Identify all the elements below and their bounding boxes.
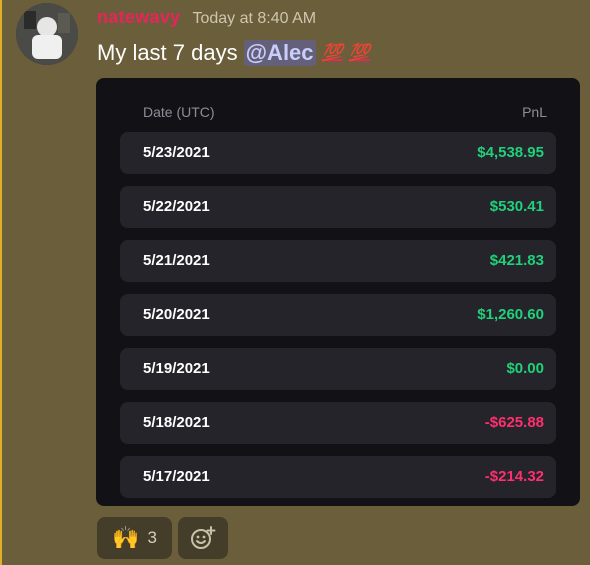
row-date: 5/18/2021 [143,414,210,431]
username[interactable]: natewavy [97,7,180,28]
message-text: My last 7 days @Alec 💯 💯 [97,40,370,66]
smiley-add-icon [191,526,216,549]
row-pnl: -$625.88 [484,414,544,431]
user-avatar[interactable] [16,3,78,65]
hundred-points-emoji: 💯 [321,43,343,62]
table-row: 5/19/2021 $0.00 [120,348,556,390]
hundred-points-emoji: 💯 [348,43,370,62]
row-date: 5/20/2021 [143,306,210,323]
row-pnl: $421.83 [489,252,544,269]
message-header: natewavy Today at 8:40 AM [97,7,316,29]
reaction-count: 3 [147,528,157,547]
pnl-table-header: Date (UTC) PnL [96,104,580,124]
table-row: 5/21/2021 $421.83 [120,240,556,282]
row-pnl: $4,538.95 [477,144,544,161]
message-timestamp: Today at 8:40 AM [192,10,317,27]
avatar-image [16,3,78,65]
raised-hands-emoji: 🙌 [112,525,140,550]
message-body: My last 7 days [97,40,238,65]
highlight-border [0,0,2,565]
date-column-header: Date (UTC) [143,104,215,120]
row-pnl: -$214.32 [484,468,544,485]
row-pnl: $1,260.60 [477,306,544,323]
user-mention[interactable]: @Alec [243,40,316,66]
table-row: 5/23/2021 $4,538.95 [120,132,556,174]
table-row: 5/17/2021 -$214.32 [120,456,556,498]
pnl-card-image[interactable]: Date (UTC) PnL 5/23/2021 $4,538.95 5/22/… [96,78,580,506]
row-pnl: $530.41 [489,198,544,215]
table-row: 5/22/2021 $530.41 [120,186,556,228]
pnl-column-header: PnL [522,104,547,120]
row-date: 5/21/2021 [143,252,210,269]
row-pnl: $0.00 [506,360,544,377]
table-row: 5/20/2021 $1,260.60 [120,294,556,336]
row-date: 5/22/2021 [143,198,210,215]
row-date: 5/23/2021 [143,144,210,161]
table-row: 5/18/2021 -$625.88 [120,402,556,444]
add-reaction-button[interactable] [178,517,228,559]
row-date: 5/19/2021 [143,360,210,377]
row-date: 5/17/2021 [143,468,210,485]
raised-hands-reaction[interactable]: 🙌 3 [97,517,172,559]
